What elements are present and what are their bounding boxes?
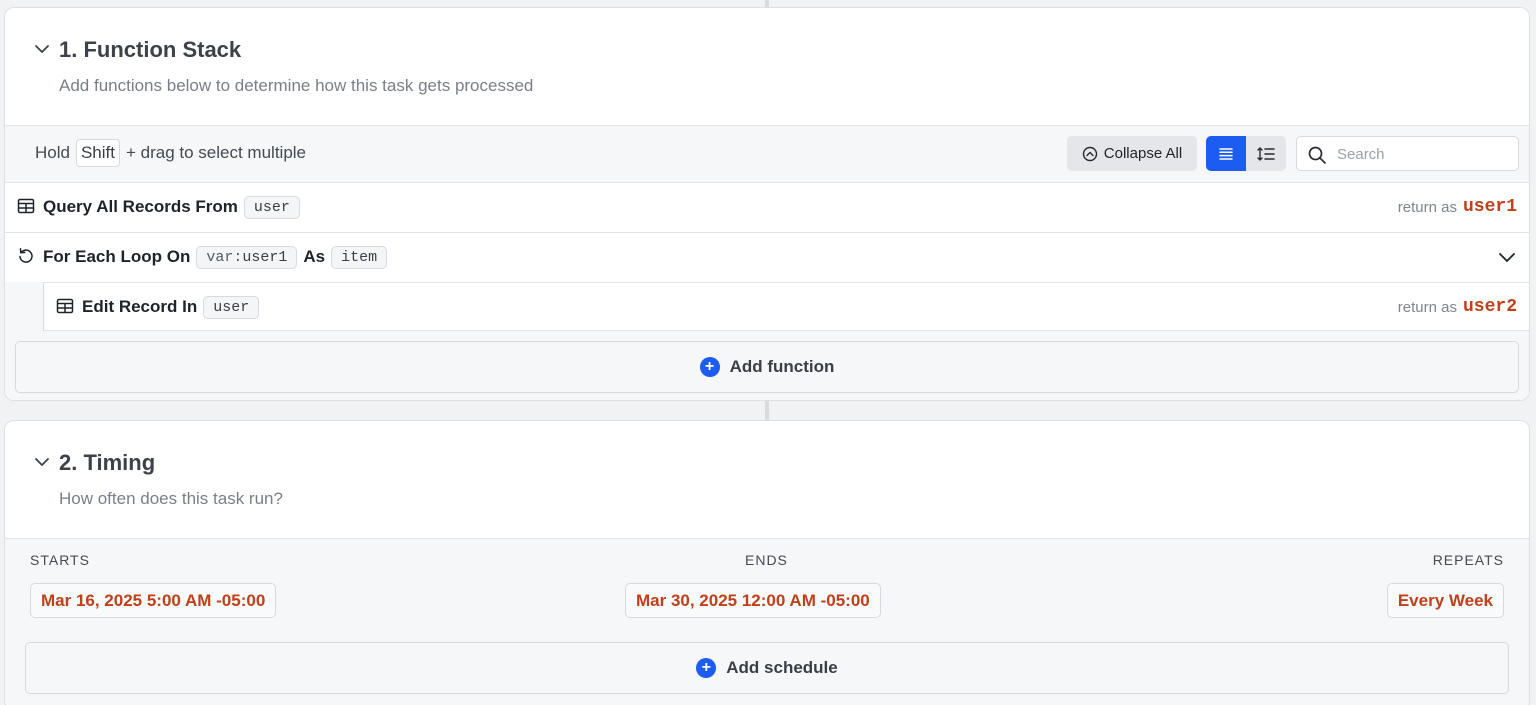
search-field[interactable] <box>1296 136 1519 171</box>
shift-key-badge: Shift <box>75 139 120 167</box>
function-toolbar: Hold Shift + drag to select multiple Col… <box>5 126 1529 182</box>
add-schedule-label: Add schedule <box>726 658 838 677</box>
collapse-circle-icon <box>1082 146 1097 161</box>
function-summary: For Each Loop On var:user1 As item <box>43 233 388 281</box>
repeat-frequency-select[interactable]: Every Week <box>1386 583 1504 618</box>
section-subtitle: How often does this task run? <box>59 489 283 508</box>
search-icon <box>1308 146 1326 164</box>
function-summary: Edit Record In user <box>82 283 260 331</box>
add-schedule-button[interactable]: + Add schedule <box>25 642 1509 694</box>
return-label: return as <box>1397 198 1457 216</box>
section-title: 1. Function Stack <box>59 37 242 62</box>
list-view-button[interactable] <box>1206 136 1246 171</box>
function-stack-body: Hold Shift + drag to select multiple Col… <box>5 125 1529 400</box>
table-name-tag[interactable]: user <box>243 195 300 219</box>
list-icon <box>1219 147 1233 160</box>
multi-select-hint: Hold Shift + drag to select multiple <box>35 139 306 167</box>
nested-function-container: Edit Record In user return as user2 <box>5 282 1529 331</box>
add-function-button[interactable]: + Add function <box>15 341 1519 393</box>
sort-list-icon <box>1257 146 1275 161</box>
chevron-down-icon[interactable] <box>1497 248 1517 266</box>
hint-text-before: Hold <box>35 143 70 162</box>
return-info: return as user1 <box>1398 183 1517 231</box>
start-date-picker[interactable]: Mar 16, 2025 5:00 AM -05:00 <box>30 583 277 618</box>
return-label: return as <box>1397 298 1457 316</box>
plus-circle-icon: + <box>696 658 717 678</box>
plus-circle-icon: + <box>699 357 720 377</box>
starts-label: STARTS <box>30 552 90 568</box>
flow-connector-middle <box>765 400 769 421</box>
chevron-down-icon[interactable] <box>33 453 51 471</box>
section-title: 2. Timing <box>59 450 156 475</box>
compact-view-button[interactable] <box>1246 136 1286 171</box>
return-variable[interactable]: user1 <box>1463 197 1517 217</box>
timing-card: 2. Timing How often does this task run? … <box>4 420 1530 705</box>
var-prefix: var: <box>206 248 243 266</box>
table-icon <box>17 198 35 214</box>
function-stack-card: 1. Function Stack Add functions below to… <box>4 7 1530 401</box>
return-info: return as user2 <box>1398 283 1517 331</box>
loop-function-row[interactable]: For Each Loop On var:user1 As item <box>5 232 1529 282</box>
nested-function-row[interactable]: Edit Record In user return as user2 <box>43 282 1529 331</box>
add-function-label: Add function <box>729 357 835 376</box>
repeats-label: REPEATS <box>1432 552 1504 568</box>
function-label: For Each Loop On <box>43 247 191 266</box>
timing-body: STARTS Mar 16, 2025 5:00 AM -05:00 ENDS … <box>5 538 1529 705</box>
hint-text-after: + drag to select multiple <box>126 143 307 162</box>
return-variable[interactable]: user2 <box>1463 297 1517 317</box>
chevron-down-icon[interactable] <box>33 40 51 58</box>
function-stack-header: 1. Function Stack Add functions below to… <box>5 8 1529 125</box>
timing-header: 2. Timing How often does this task run? <box>5 421 1529 538</box>
collapse-all-button[interactable]: Collapse All <box>1067 136 1197 171</box>
loop-icon <box>19 248 33 263</box>
table-name-tag[interactable]: user <box>203 295 260 319</box>
function-label: Query All Records From <box>43 197 238 216</box>
section-subtitle: Add functions below to determine how thi… <box>59 76 534 95</box>
var-name: user1 <box>242 248 288 266</box>
collapse-all-label: Collapse All <box>1103 145 1183 162</box>
add-function-wrapper: + Add function <box>5 331 1529 400</box>
as-label: As <box>303 247 326 266</box>
view-mode-toggle <box>1206 136 1286 171</box>
function-row[interactable]: Query All Records From user return as us… <box>5 182 1529 232</box>
end-date-picker[interactable]: Mar 30, 2025 12:00 AM -05:00 <box>625 583 881 618</box>
search-input[interactable] <box>1337 143 1507 165</box>
ends-label: ENDS <box>745 552 788 568</box>
table-icon <box>56 298 74 314</box>
function-summary: Query All Records From user <box>43 183 300 231</box>
item-name-tag[interactable]: item <box>331 245 388 269</box>
function-label: Edit Record In <box>82 297 198 316</box>
loop-variable-tag[interactable]: var:user1 <box>196 245 298 269</box>
